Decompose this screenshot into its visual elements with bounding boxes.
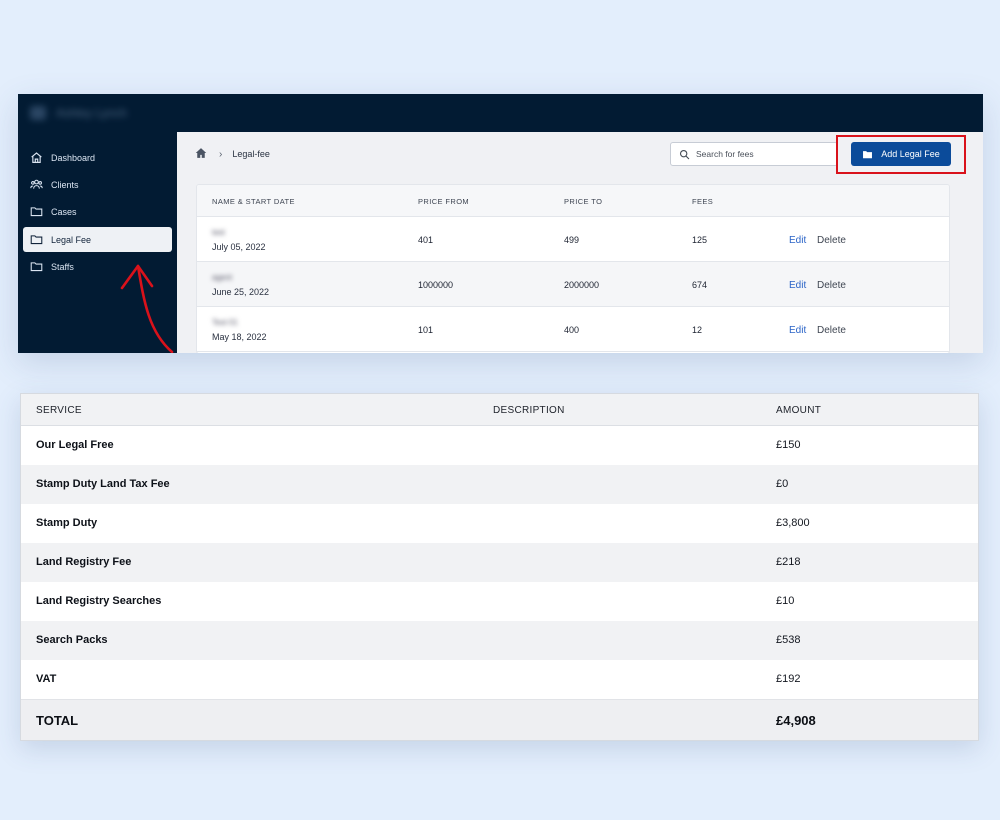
annotation-arrow-icon xyxy=(120,264,174,353)
sidebar-item-label: Dashboard xyxy=(51,152,96,163)
sidebar-item-legal-fee[interactable]: Legal Fee xyxy=(23,227,172,252)
fee-start-date: May 18, 2022 xyxy=(212,332,267,342)
sidebar-item-label: Legal Fee xyxy=(51,234,92,245)
fee-name: Test 01 xyxy=(212,318,238,327)
summary-row: Search Packs £538 xyxy=(21,621,978,660)
service-name: Search Packs xyxy=(36,634,108,646)
top-bar: Ashley Lynch xyxy=(18,94,983,132)
service-amount: £150 xyxy=(776,439,801,451)
summary-row: Land Registry Fee £218 xyxy=(21,543,978,582)
edit-link[interactable]: Edit xyxy=(789,280,806,291)
table-header: NAME & START DATE PRICE FROM PRICE TO FE… xyxy=(197,185,949,217)
column-header: PRICE FROM xyxy=(418,197,470,206)
summary-row: Stamp Duty Land Tax Fee £0 xyxy=(21,465,978,504)
delete-link[interactable]: Delete xyxy=(817,235,846,246)
app-screenshot: Ashley Lynch Dashboard Clients Cases Leg… xyxy=(18,94,983,353)
price-to: 400 xyxy=(564,325,580,335)
column-header: PRICE TO xyxy=(564,197,603,206)
price-from: 101 xyxy=(418,325,434,335)
table-row: Test 01 May 18, 2022 101 400 12 Edit Del… xyxy=(197,307,949,352)
edit-link[interactable]: Edit xyxy=(789,235,806,246)
search-input[interactable] xyxy=(696,149,826,159)
summary-row: Stamp Duty £3,800 xyxy=(21,504,978,543)
brand-logo: Ashley Lynch xyxy=(30,106,140,120)
summary-row: Our Legal Free £150 xyxy=(21,426,978,465)
table-row: test July 05, 2022 401 499 125 Edit Dele… xyxy=(197,217,949,262)
add-legal-fee-label: Add Legal Fee xyxy=(881,149,940,159)
service-amount: £538 xyxy=(776,634,801,646)
delete-link[interactable]: Delete xyxy=(817,325,846,336)
amount-column-header: AMOUNT xyxy=(776,405,822,416)
service-name: Stamp Duty Land Tax Fee xyxy=(36,478,170,490)
folder-icon xyxy=(29,205,43,219)
price-from: 401 xyxy=(418,235,434,245)
service-column-header: SERVICE xyxy=(36,405,82,416)
search-icon xyxy=(679,149,690,159)
price-to: 2000000 xyxy=(564,280,600,290)
fee-name: agent xyxy=(212,273,233,282)
summary-row: Land Registry Searches £10 xyxy=(21,582,978,621)
home-icon[interactable] xyxy=(195,147,207,161)
fee-table: NAME & START DATE PRICE FROM PRICE TO FE… xyxy=(196,184,950,353)
service-name: Land Registry Fee xyxy=(36,556,132,568)
summary-header: SERVICE DESCRIPTION AMOUNT xyxy=(21,394,978,426)
service-amount: £10 xyxy=(776,595,795,607)
fee-start-date: July 05, 2022 xyxy=(212,242,266,252)
chevron-right-icon: › xyxy=(219,148,223,160)
total-amount: £4,908 xyxy=(776,713,816,728)
fee-name: test xyxy=(212,228,225,237)
total-label: TOTAL xyxy=(36,713,79,728)
service-name: Stamp Duty xyxy=(36,517,98,529)
delete-link[interactable]: Delete xyxy=(817,280,846,291)
logo-mark xyxy=(30,106,46,120)
fees-value: 125 xyxy=(692,235,708,245)
column-header: FEES xyxy=(692,197,714,206)
breadcrumb-current: Legal-fee xyxy=(232,149,270,159)
service-amount: £192 xyxy=(776,673,801,685)
fee-summary-card: SERVICE DESCRIPTION AMOUNT Our Legal Fre… xyxy=(20,393,979,741)
brand-name: Ashley Lynch xyxy=(56,106,127,120)
breadcrumb: › Legal-fee xyxy=(195,146,270,162)
sidebar: Dashboard Clients Cases Legal Fee Staffs xyxy=(18,132,177,353)
summary-row: VAT £192 xyxy=(21,660,978,699)
description-column-header: DESCRIPTION xyxy=(493,405,565,416)
folder-icon xyxy=(863,150,873,158)
sidebar-item-label: Clients xyxy=(51,179,79,190)
price-to: 499 xyxy=(564,235,580,245)
service-amount: £0 xyxy=(776,478,789,490)
fees-value: 12 xyxy=(692,325,703,335)
service-name: VAT xyxy=(36,673,57,685)
edit-link[interactable]: Edit xyxy=(789,325,806,336)
service-name: Land Registry Searches xyxy=(36,595,162,607)
sidebar-item-dashboard[interactable]: Dashboard xyxy=(23,145,172,170)
table-row: agent June 25, 2022 1000000 2000000 674 … xyxy=(197,262,949,307)
sidebar-item-clients[interactable]: Clients xyxy=(23,172,172,197)
fee-start-date: June 25, 2022 xyxy=(212,287,270,297)
fees-value: 674 xyxy=(692,280,708,290)
column-header: NAME & START DATE xyxy=(212,197,295,206)
add-legal-fee-button[interactable]: Add Legal Fee xyxy=(851,142,951,166)
folder-icon xyxy=(29,233,43,247)
summary-body: Our Legal Free £150 Stamp Duty Land Tax … xyxy=(21,426,978,699)
table-body: test July 05, 2022 401 499 125 Edit Dele… xyxy=(197,217,949,352)
users-icon xyxy=(29,178,43,192)
sidebar-item-label: Staffs xyxy=(51,261,74,272)
service-name: Our Legal Free xyxy=(36,439,114,451)
price-from: 1000000 xyxy=(418,280,454,290)
main-content: › Legal-fee Add Legal Fee NAME & START D… xyxy=(177,132,983,353)
sidebar-item-label: Cases xyxy=(51,206,77,217)
search-field[interactable] xyxy=(670,142,838,166)
folder-icon xyxy=(29,260,43,274)
home-icon xyxy=(29,151,43,165)
service-amount: £218 xyxy=(776,556,801,568)
sidebar-item-cases[interactable]: Cases xyxy=(23,199,172,224)
service-amount: £3,800 xyxy=(776,517,810,529)
summary-total-row: TOTAL £4,908 xyxy=(21,699,978,740)
